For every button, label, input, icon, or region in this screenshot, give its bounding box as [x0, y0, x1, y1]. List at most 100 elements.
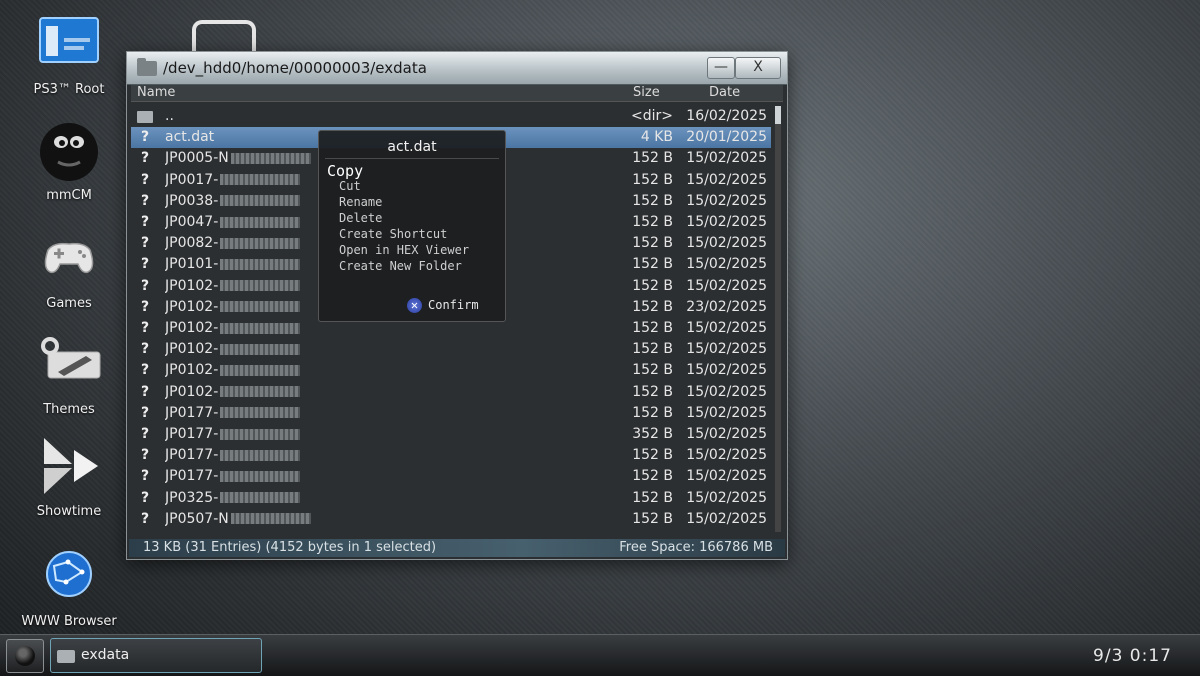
file-name: JP0102-	[165, 382, 605, 403]
menu-item-rename[interactable]: Rename	[339, 195, 382, 209]
showtime-icon	[34, 436, 104, 498]
desktop-icon-showtime[interactable]: Showtime	[14, 436, 124, 519]
file-date: 15/02/2025	[686, 404, 767, 421]
file-name-text: JP0507-N	[165, 510, 229, 527]
file-name-text: JP0101-	[165, 256, 219, 273]
scrollbar[interactable]	[775, 106, 781, 532]
file-name-text: JP0102-	[165, 362, 219, 379]
free-space: Free Space: 166786 MB	[619, 540, 773, 555]
file-size: 152 B	[632, 214, 673, 230]
minimize-button[interactable]: —	[707, 57, 735, 79]
file-size: 152 B	[632, 320, 673, 336]
taskbar-item-label: exdata	[81, 647, 130, 663]
themes-icon	[34, 334, 104, 396]
status-summary: 13 KB (31 Entries) (4152 bytes in 1 sele…	[143, 540, 437, 555]
redacted-text	[220, 470, 301, 482]
desktop-icon-themes[interactable]: Themes	[14, 334, 124, 417]
file-name-text: JP0177-	[165, 404, 219, 421]
column-header-name[interactable]: Name	[137, 85, 175, 100]
status-bar: 13 KB (31 Entries) (4152 bytes in 1 sele…	[129, 539, 785, 557]
unknown-file-icon: ?	[140, 214, 150, 230]
file-row[interactable]: ? JP0102- 152 B 15/02/2025	[131, 360, 771, 381]
file-date: 15/02/2025	[686, 447, 767, 464]
file-size: 152 B	[632, 277, 673, 294]
file-date: 15/02/2025	[686, 383, 767, 400]
file-row[interactable]: ? JP0177- 152 B 15/02/2025	[131, 403, 771, 424]
menu-item-delete[interactable]: Delete	[339, 211, 382, 225]
file-name: JP0102-	[165, 339, 605, 360]
file-row[interactable]: ? JP0177- 352 B 15/02/2025	[131, 424, 771, 445]
confirm-hint[interactable]: ✕ Confirm	[407, 298, 479, 313]
file-name-text: JP0102-	[165, 320, 219, 336]
context-menu-title: act.dat	[387, 139, 437, 155]
file-row[interactable]: ? JP0325- 152 B 15/02/2025	[131, 488, 771, 509]
column-header-size[interactable]: Size	[633, 85, 660, 100]
folder-icon	[137, 58, 157, 76]
unknown-file-icon: ?	[140, 383, 150, 400]
file-size: 152 B	[632, 468, 673, 485]
file-row[interactable]: ? JP0507-N 152 B 15/02/2025	[131, 509, 771, 530]
file-size: 152 B	[632, 256, 673, 273]
file-size: 152 B	[632, 489, 673, 506]
file-size: 4 KB	[640, 129, 673, 146]
column-headers: Name Size Date	[131, 85, 783, 102]
file-date: 16/02/2025	[686, 108, 767, 124]
taskbar-item-exdata[interactable]: exdata	[50, 638, 262, 673]
file-name-text: JP0177-	[165, 426, 219, 442]
redacted-text	[220, 364, 301, 376]
unknown-file-icon: ?	[140, 468, 150, 485]
confirm-label: Confirm	[428, 298, 479, 312]
file-name: ..	[165, 106, 605, 127]
file-row[interactable]: .. <dir> 16/02/2025	[131, 106, 771, 127]
scrollbar-thumb[interactable]	[775, 106, 781, 124]
unknown-file-icon: ?	[140, 404, 150, 421]
file-name-text: JP0102-	[165, 341, 219, 358]
file-row[interactable]: ? JP0177- 152 B 15/02/2025	[131, 466, 771, 487]
desktop-icon-mmcm[interactable]: mmCM	[14, 120, 124, 203]
file-name-text: JP0017-	[165, 171, 219, 188]
file-date: 15/02/2025	[686, 362, 767, 379]
file-date: 15/02/2025	[686, 468, 767, 485]
menu-item-create-new-folder[interactable]: Create New Folder	[339, 259, 462, 273]
file-date: 15/02/2025	[686, 277, 767, 294]
redacted-text	[220, 237, 301, 249]
file-date: 15/02/2025	[686, 235, 767, 252]
file-name: JP0102-	[165, 360, 605, 381]
file-name-text: JP0102-	[165, 298, 219, 315]
file-name: JP0177-	[165, 403, 605, 424]
redacted-text	[220, 428, 301, 440]
column-header-date[interactable]: Date	[709, 85, 740, 100]
window-titlebar[interactable]: /dev_hdd0/home/00000003/exdata — X	[127, 52, 787, 85]
file-name-text: JP0005-N	[165, 150, 229, 167]
file-name-text: JP0047-	[165, 214, 219, 230]
menu-item-open-hex-viewer[interactable]: Open in HEX Viewer	[339, 243, 469, 257]
desktop-icon-label: PS3™ Root	[33, 82, 105, 97]
redacted-text	[220, 449, 301, 461]
file-name-text: JP0038-	[165, 192, 219, 209]
menu-item-cut[interactable]: Cut	[339, 179, 361, 193]
file-date: 15/02/2025	[686, 214, 767, 230]
close-button[interactable]: X	[735, 57, 781, 79]
redacted-text	[220, 195, 301, 207]
unknown-file-icon: ?	[140, 298, 150, 315]
desktop-icon-www-browser[interactable]: WWW Browser	[14, 546, 124, 629]
file-size: 352 B	[632, 426, 673, 442]
file-row[interactable]: ? JP0102- 152 B 15/02/2025	[131, 339, 771, 360]
start-button[interactable]	[6, 639, 44, 673]
menu-item-create-shortcut[interactable]: Create Shortcut	[339, 227, 447, 241]
cross-button-icon: ✕	[407, 298, 422, 313]
file-size: 152 B	[632, 362, 673, 379]
unknown-file-icon: ?	[140, 320, 150, 336]
globe-icon	[34, 546, 104, 608]
desktop-icon-games[interactable]: Games	[14, 228, 124, 311]
file-row[interactable]: ? JP0177- 152 B 15/02/2025	[131, 445, 771, 466]
desktop-icon-label: Themes	[43, 402, 95, 417]
redacted-text	[220, 174, 301, 186]
file-row[interactable]: ? JP0102- 152 B 15/02/2025	[131, 382, 771, 403]
desktop-icon-ps3-root[interactable]: PS3™ Root	[14, 14, 124, 97]
unknown-file-icon: ?	[140, 192, 150, 209]
menu-item-copy[interactable]: Copy	[327, 162, 363, 180]
desktop-icon-label: WWW Browser	[21, 614, 117, 629]
file-date: 15/02/2025	[686, 510, 767, 527]
unknown-file-icon: ?	[140, 129, 150, 146]
